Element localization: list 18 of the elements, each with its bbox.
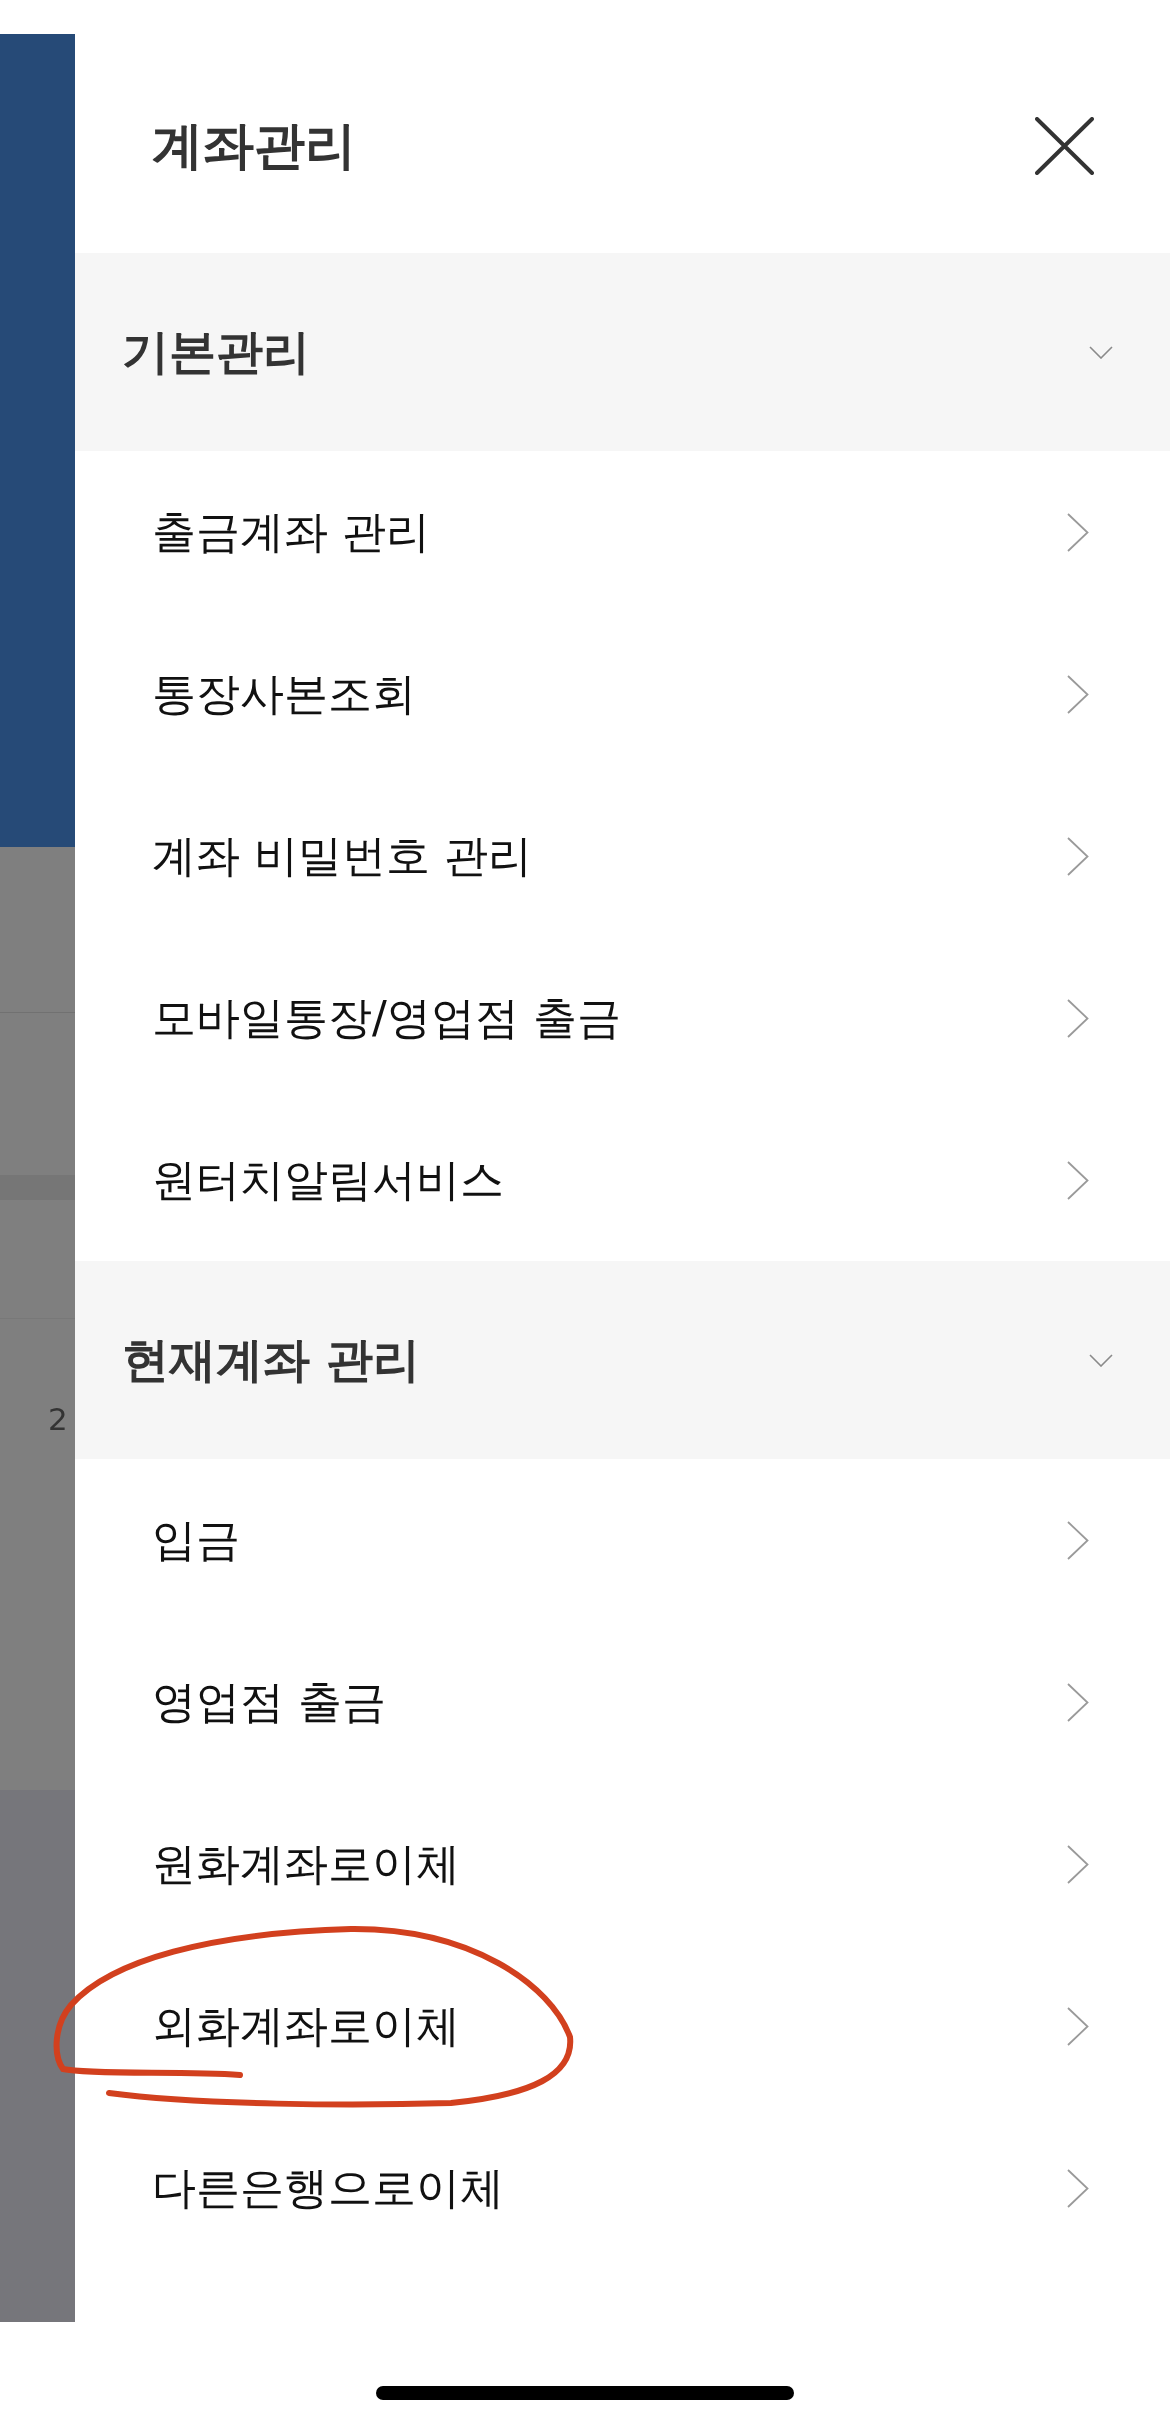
chevron-down-icon (1089, 345, 1113, 359)
chevron-right-icon (1067, 998, 1089, 1038)
close-icon (1035, 116, 1094, 175)
section-header[interactable]: 현재계좌 관리 (75, 1261, 1170, 1459)
chevron-right-icon (1067, 2168, 1089, 2208)
chevron-right-icon (1067, 1520, 1089, 1560)
chevron-right-icon (1067, 836, 1089, 876)
close-button[interactable] (1035, 116, 1094, 175)
section-header[interactable]: 기본관리 (75, 253, 1170, 451)
chevron-right-icon (1067, 1682, 1089, 1722)
chevron-right-icon (1067, 2006, 1089, 2046)
chevron-down-icon (1089, 1353, 1113, 1367)
chevron-right-icon (1067, 674, 1089, 714)
drawer-title: 계좌관리 (152, 114, 356, 177)
chevron-right-icon (1067, 1160, 1089, 1200)
background-text: 2 (48, 1401, 69, 1437)
chevron-right-icon (1067, 1844, 1089, 1884)
chevron-right-icon (1067, 512, 1089, 552)
